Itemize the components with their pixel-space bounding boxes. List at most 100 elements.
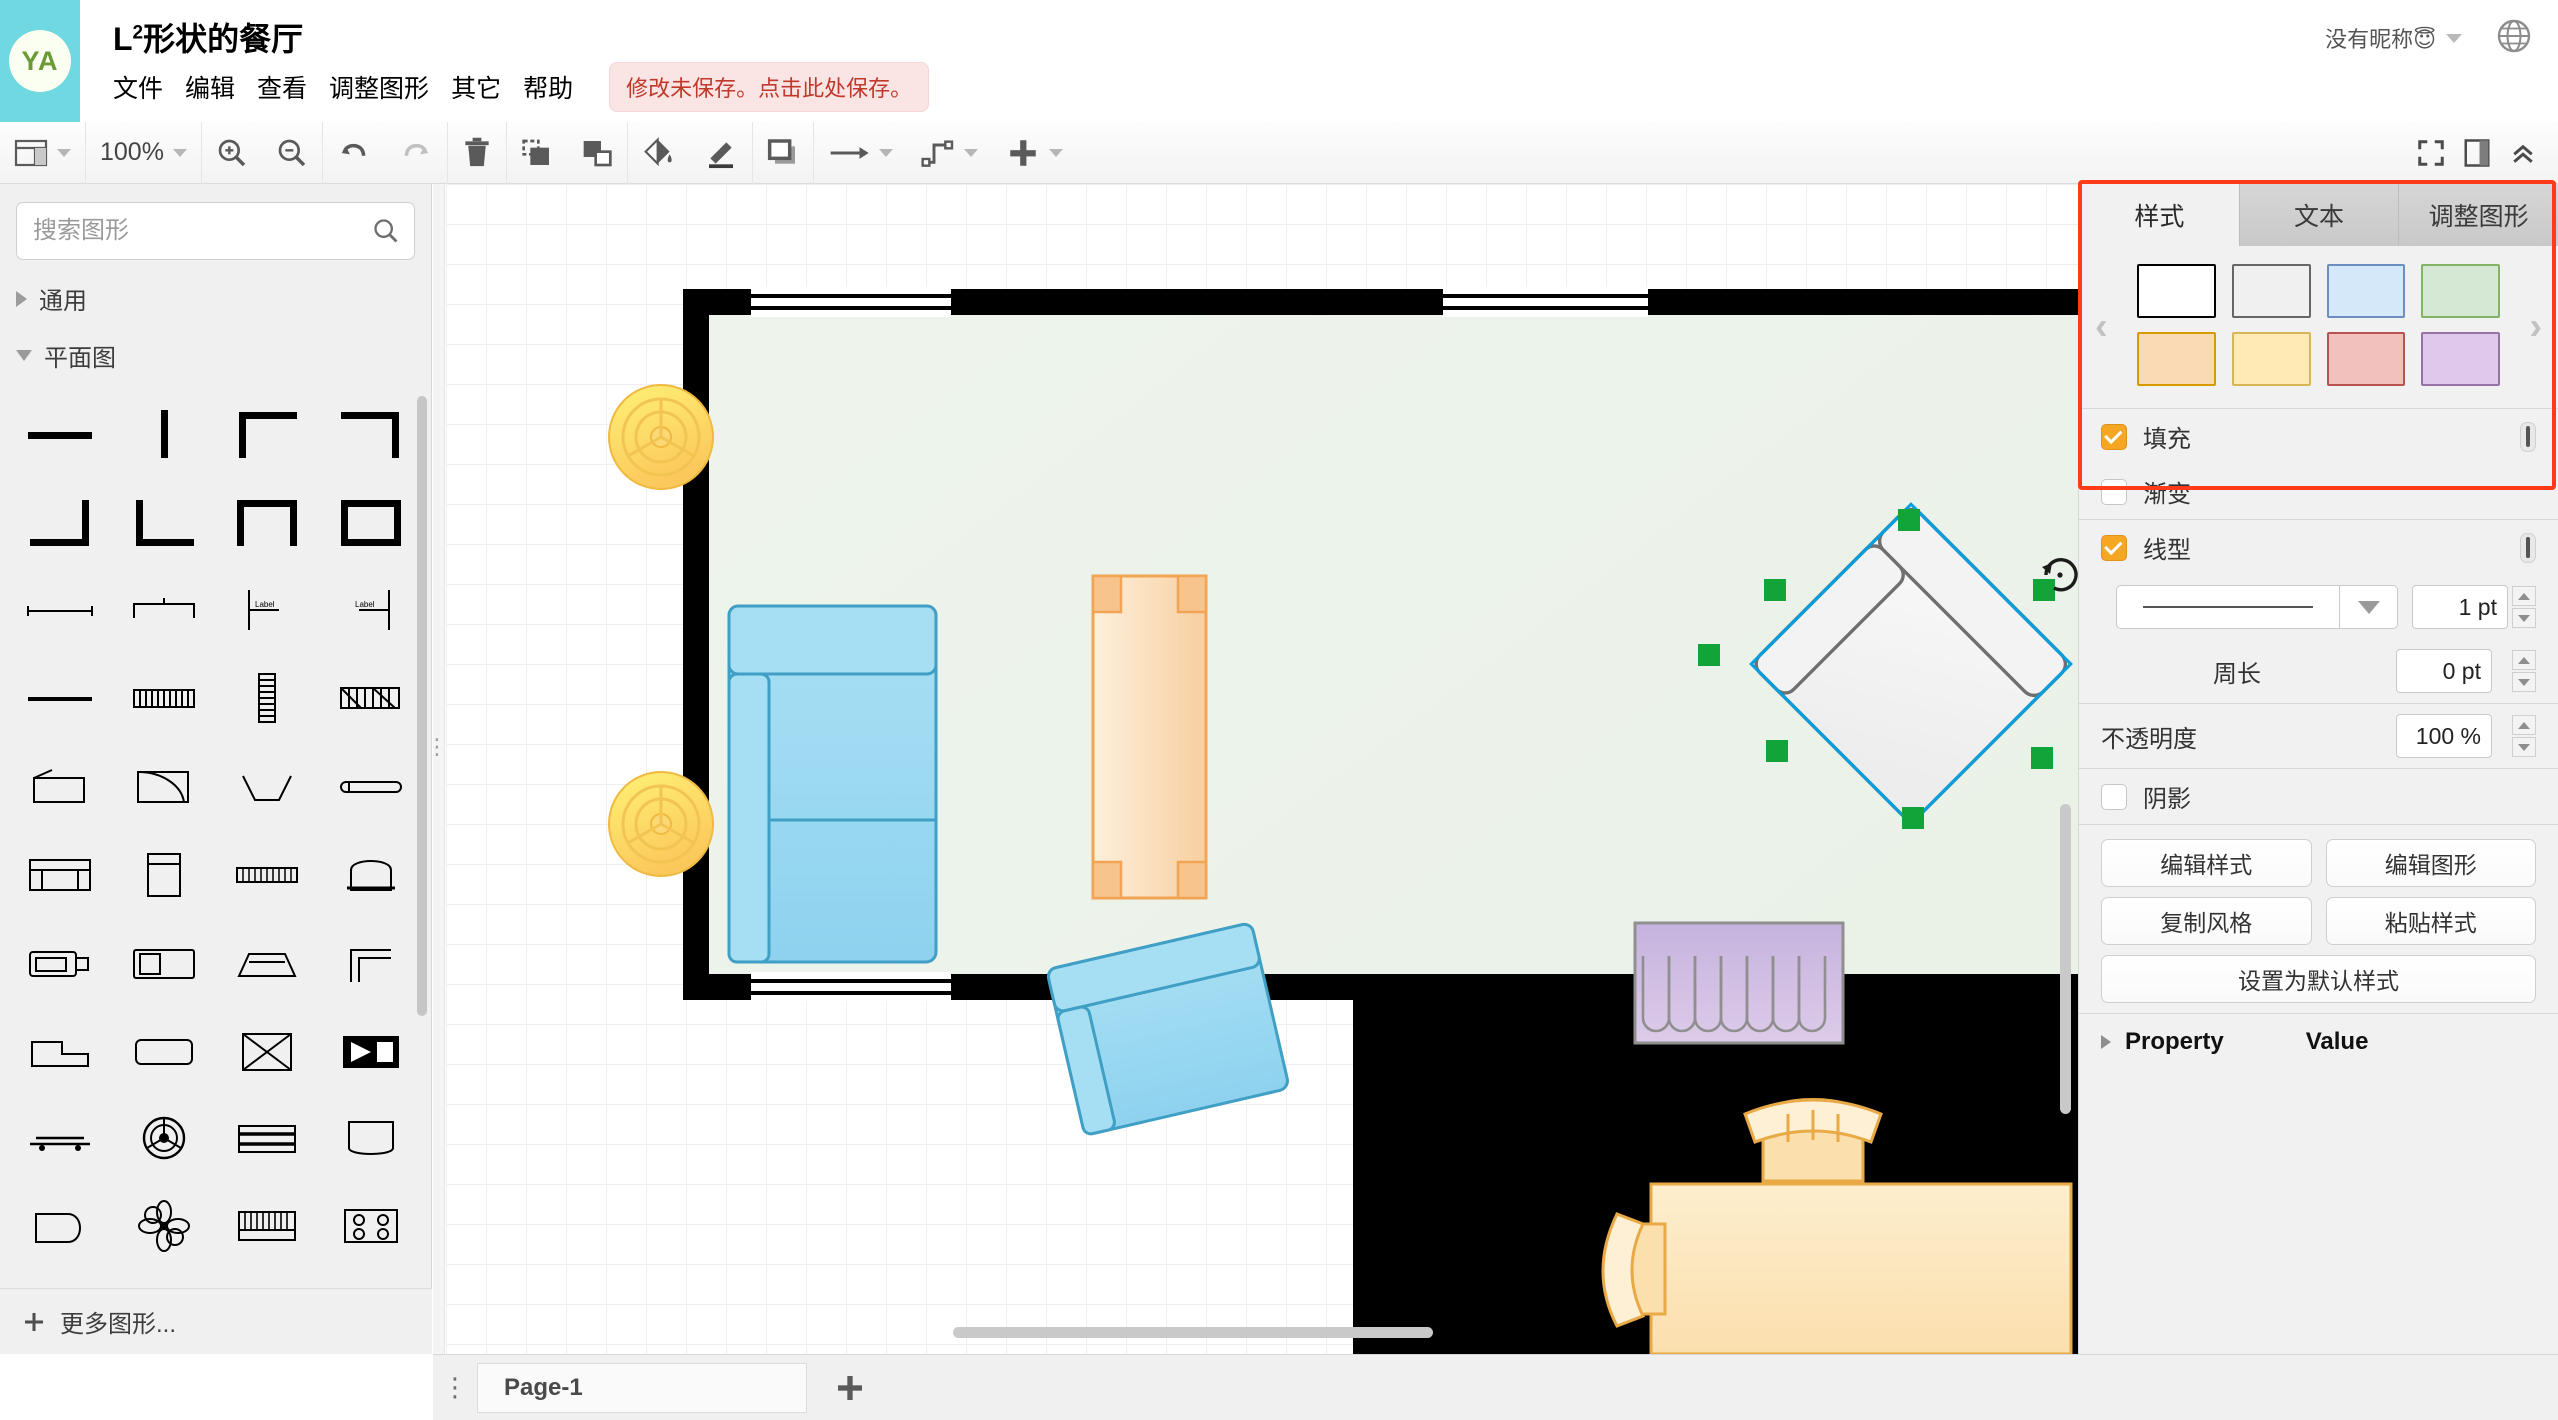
shape-cabinet[interactable] [112, 830, 216, 918]
zoom-in-button[interactable] [202, 122, 262, 184]
shape-sofa-plan[interactable] [8, 830, 112, 918]
search-box[interactable] [16, 202, 415, 260]
shape-bed[interactable] [112, 918, 216, 1006]
chevron-left-icon[interactable]: ‹ [2095, 306, 2108, 349]
menu-extras[interactable]: 其它 [451, 65, 523, 109]
sidebar-section-floorplan[interactable]: 平面图 [0, 327, 431, 384]
line-checkbox[interactable] [2101, 534, 2127, 561]
style-swatch[interactable] [2421, 264, 2500, 318]
shape-cross-box[interactable] [216, 1006, 320, 1094]
edit-style-button[interactable]: 编辑样式 [2101, 839, 2312, 887]
shape-label-left[interactable]: Label [216, 566, 320, 654]
shape-plant[interactable] [112, 1182, 216, 1270]
copy-style-button[interactable]: 复制风格 [2101, 897, 2312, 945]
line-width-input[interactable]: 1 pt [2412, 585, 2508, 629]
menu-file[interactable]: 文件 [113, 65, 185, 109]
app-logo[interactable]: YA [0, 0, 80, 122]
tab-text[interactable]: 文本 [2238, 184, 2399, 246]
line-color-button[interactable] [690, 121, 753, 184]
style-swatch[interactable] [2326, 332, 2406, 386]
stepper-down[interactable] [2512, 608, 2536, 628]
shape-wall-corner-tl[interactable] [216, 390, 320, 478]
shape-stove[interactable] [319, 1182, 423, 1270]
waypoints-button[interactable] [907, 122, 992, 184]
menu-edit[interactable]: 编辑 [185, 65, 257, 109]
shape-wall-corner-br[interactable] [8, 478, 112, 566]
shape-shelf[interactable] [216, 1094, 320, 1182]
stepper-up[interactable] [2512, 650, 2536, 670]
shape-label-right[interactable]: Label [319, 566, 423, 654]
gradient-checkbox[interactable] [2101, 478, 2127, 505]
shape-tv[interactable] [8, 918, 112, 1006]
line-width-stepper[interactable] [2512, 586, 2536, 628]
shape-wall-vertical[interactable] [112, 390, 216, 478]
arrow-style-button[interactable] [814, 122, 907, 184]
fill-color-button[interactable] [2520, 421, 2536, 452]
insert-button[interactable] [992, 122, 1077, 184]
shape-wall-u[interactable] [216, 478, 320, 566]
style-swatch[interactable] [2421, 332, 2500, 386]
send-to-back-button[interactable] [567, 121, 628, 184]
zoom-level-button[interactable]: 100% [86, 121, 202, 184]
fill-color-button[interactable] [628, 122, 690, 184]
shape-stairs-vertical[interactable] [216, 654, 320, 742]
search-input[interactable] [17, 217, 414, 245]
shape-window-open[interactable] [216, 742, 320, 830]
chevron-right-icon[interactable]: › [2529, 306, 2542, 349]
canvas-vertical-scrollbar[interactable] [2060, 804, 2071, 1114]
shape-window-bar[interactable] [319, 742, 423, 830]
tab-style[interactable]: 样式 [2079, 184, 2239, 246]
shape-stairs[interactable] [112, 654, 216, 742]
shape-door-corner[interactable] [8, 742, 112, 830]
stepper-down[interactable] [2512, 672, 2536, 692]
shape-wall-horizontal[interactable] [8, 390, 112, 478]
redo-button[interactable] [385, 121, 448, 184]
undo-button[interactable] [323, 122, 385, 184]
shadow-checkbox[interactable] [2101, 783, 2127, 810]
stepper-up[interactable] [2512, 715, 2536, 735]
perimeter-stepper[interactable] [2512, 650, 2536, 692]
sidebar-section-general[interactable]: 通用 [0, 270, 431, 327]
menu-view[interactable]: 查看 [257, 65, 329, 109]
shape-armchair[interactable] [319, 830, 423, 918]
shape-dimension-line[interactable] [8, 566, 112, 654]
zoom-out-button[interactable] [262, 121, 323, 184]
shape-bench[interactable] [8, 1094, 112, 1182]
perimeter-input[interactable]: 0 pt [2396, 649, 2492, 693]
paste-style-button[interactable]: 粘贴样式 [2325, 897, 2536, 945]
line-style-dropdown-button[interactable] [2340, 585, 2398, 629]
page-menu-button[interactable]: ⋮ [433, 1355, 477, 1420]
globe-icon[interactable] [2496, 18, 2532, 54]
line-style-select[interactable] [2116, 585, 2340, 629]
delete-button[interactable] [448, 121, 507, 184]
bring-to-front-button[interactable] [507, 122, 567, 184]
page-tab-page-1[interactable]: Page-1 [477, 1362, 807, 1413]
shape-projector-screen[interactable] [319, 1006, 423, 1094]
shape-keyboard[interactable] [216, 830, 320, 918]
sidebar-scrollbar[interactable] [417, 396, 427, 1016]
shape-dimension-bracket[interactable] [112, 566, 216, 654]
edit-shape-button[interactable]: 编辑图形 [2325, 839, 2536, 887]
shape-table-rounded[interactable] [112, 1006, 216, 1094]
shape-piano[interactable] [216, 1182, 320, 1270]
style-swatch[interactable] [2231, 264, 2311, 318]
add-page-button[interactable] [807, 1363, 893, 1413]
shape-wall-corner-bl[interactable] [112, 478, 216, 566]
shape-ceiling-fan[interactable] [112, 1094, 216, 1182]
shape-sink[interactable] [8, 1182, 112, 1270]
unsaved-changes-banner[interactable]: 修改未保存。点击此处保存。 [609, 62, 930, 112]
view-layout-button[interactable] [0, 121, 86, 184]
tab-arrange[interactable]: 调整图形 [2398, 184, 2558, 246]
diagram-canvas[interactable]: ⋮ [433, 184, 2078, 1354]
opacity-stepper[interactable] [2512, 715, 2536, 757]
collapse-icon[interactable] [2508, 138, 2538, 168]
shape-wall-corner-tr[interactable] [319, 390, 423, 478]
shadow-button[interactable] [753, 121, 814, 184]
shape-door-arc[interactable] [112, 742, 216, 830]
fill-checkbox[interactable] [2101, 423, 2127, 450]
canvas-horizontal-scrollbar[interactable] [953, 1327, 1433, 1338]
line-color-button[interactable] [2520, 532, 2536, 563]
menu-help[interactable]: 帮助 [523, 65, 595, 109]
style-swatch[interactable] [2231, 332, 2311, 386]
shape-desk[interactable] [216, 918, 320, 1006]
